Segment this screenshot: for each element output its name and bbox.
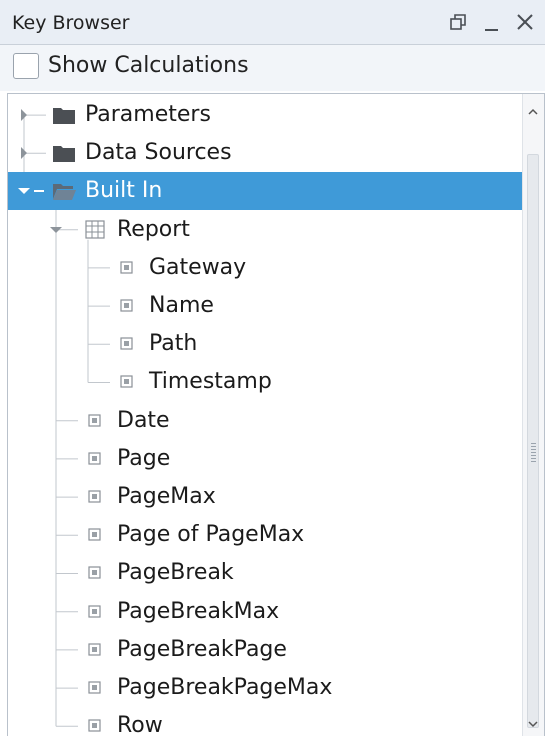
tree-item-built-in[interactable]: Built In xyxy=(8,172,522,211)
key-icon xyxy=(115,333,141,355)
tree-item-data-sources[interactable]: Data Sources xyxy=(8,134,522,172)
tree-item-report[interactable]: Report xyxy=(8,211,522,249)
tree-connector-dash xyxy=(34,190,44,193)
expanded-arrow-icon[interactable] xyxy=(16,183,32,199)
tree-item-path[interactable]: Path xyxy=(8,325,522,363)
tree-item-pagebreakpagemax[interactable]: PageBreakPageMax xyxy=(8,669,522,707)
tree-item-label: PageBreak xyxy=(117,560,234,586)
folder-icon xyxy=(51,104,77,126)
tree-item-label: PageBreakMax xyxy=(117,598,280,624)
restore-icon[interactable] xyxy=(446,8,472,36)
key-icon xyxy=(83,639,109,661)
key-browser-panel: Key Browser Show Calculations Parameters… xyxy=(0,0,545,736)
show-calculations-checkbox[interactable] xyxy=(13,53,39,79)
tree-item-label: Row xyxy=(117,713,163,736)
folder-open-icon xyxy=(51,180,77,202)
collapsed-arrow-icon[interactable] xyxy=(16,145,32,161)
key-icon xyxy=(115,257,141,279)
key-icon xyxy=(83,486,109,508)
key-icon xyxy=(83,448,109,470)
key-icon xyxy=(83,715,109,736)
tree-item-label: Name xyxy=(149,293,214,318)
show-calculations-label[interactable]: Show Calculations xyxy=(48,53,249,78)
tree-item-label: Report xyxy=(117,216,190,242)
options-bar: Show Calculations xyxy=(0,45,545,91)
tree-item-pagebreak[interactable]: PageBreak xyxy=(8,554,522,592)
tree-item-page[interactable]: Page xyxy=(8,440,522,478)
scroll-down-icon[interactable] xyxy=(526,716,540,730)
scrollbar-thumb[interactable] xyxy=(527,154,539,728)
tree-item-name[interactable]: Name xyxy=(8,287,522,325)
scroll-up-icon[interactable] xyxy=(526,104,540,118)
tree-item-label: Path xyxy=(149,331,198,357)
tree-item-label: Page of PageMax xyxy=(117,522,305,548)
tree-item-label: PageMax xyxy=(117,484,216,509)
tree-item-pagebreakmax[interactable]: PageBreakMax xyxy=(8,593,522,631)
tree-item-label: Parameters xyxy=(85,102,211,127)
tree-item-date[interactable]: Date xyxy=(8,402,522,440)
tree-item-row[interactable]: Row xyxy=(8,707,522,736)
tree-item-gateway[interactable]: Gateway xyxy=(8,249,522,287)
key-icon xyxy=(115,295,141,317)
tree-item-label: Date xyxy=(117,407,170,433)
tree-item-pagemax[interactable]: PageMax xyxy=(8,478,522,516)
tree-item-label: Built In xyxy=(85,178,163,204)
key-icon xyxy=(115,371,141,393)
tree-item-timestamp[interactable]: Timestamp xyxy=(8,363,522,401)
key-icon xyxy=(83,601,109,623)
tree-item-label: Page xyxy=(117,445,171,471)
vertical-scrollbar[interactable] xyxy=(522,94,544,736)
close-icon[interactable] xyxy=(512,8,538,36)
minimize-icon[interactable] xyxy=(479,8,505,36)
key-icon xyxy=(83,410,109,432)
tree-item-label: PageBreakPageMax xyxy=(117,675,333,700)
key-icon xyxy=(83,677,109,699)
tree-item-page-of-pagemax[interactable]: Page of PageMax xyxy=(8,516,522,554)
tree-item-pagebreakpage[interactable]: PageBreakPage xyxy=(8,631,522,669)
key-icon xyxy=(83,524,109,546)
tree-item-label: PageBreakPage xyxy=(117,636,287,662)
table-icon xyxy=(83,219,109,241)
scrollbar-grip xyxy=(531,443,536,464)
panel-title-bar: Key Browser xyxy=(0,0,545,45)
panel-title: Key Browser xyxy=(12,12,130,34)
tree-item-parameters[interactable]: Parameters xyxy=(8,96,522,134)
folder-icon xyxy=(51,142,77,164)
key-icon xyxy=(83,562,109,584)
tree-item-label: Timestamp xyxy=(149,369,272,395)
expanded-arrow-icon[interactable] xyxy=(48,222,64,238)
key-tree: Parameters Data Sources Built In Report Gate… xyxy=(7,93,545,736)
collapsed-arrow-icon[interactable] xyxy=(16,107,32,123)
tree-item-label: Data Sources xyxy=(85,140,232,166)
tree-item-label: Gateway xyxy=(149,254,247,280)
